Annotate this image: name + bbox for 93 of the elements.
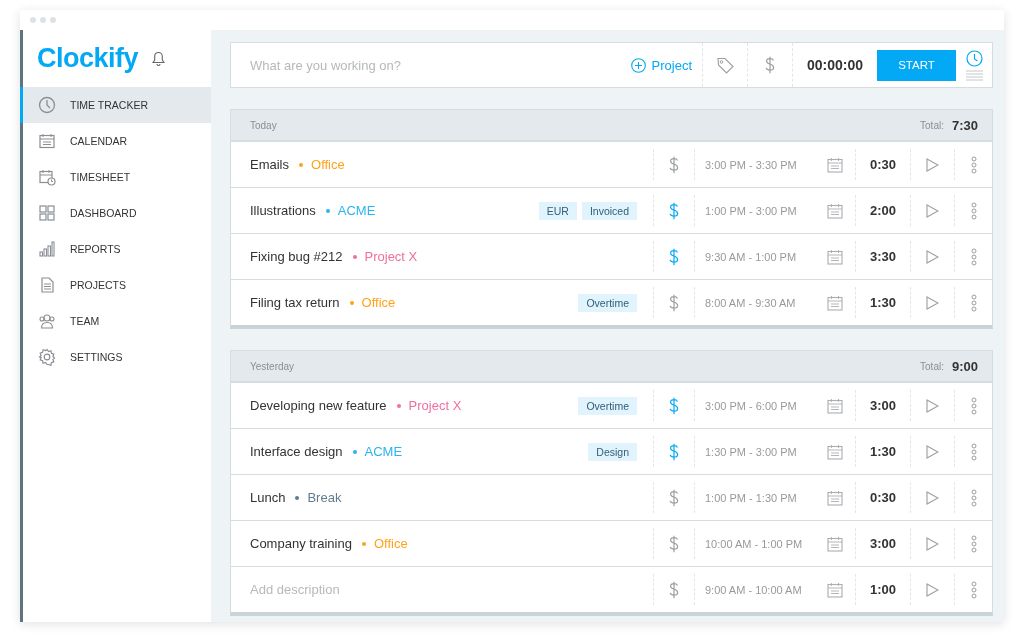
dollar-icon[interactable]: [669, 534, 679, 553]
more-icon[interactable]: [970, 488, 977, 507]
entry-duration: 1:30: [870, 444, 896, 459]
tag-label[interactable]: EUR: [538, 201, 577, 220]
settings-icon: [38, 348, 56, 366]
dollar-icon[interactable]: [669, 201, 679, 220]
sidebar-item[interactable]: CALENDAR: [20, 123, 211, 159]
entry-description[interactable]: Emails: [250, 157, 289, 172]
entry-description[interactable]: Illustrations: [250, 203, 316, 218]
entry-description[interactable]: Company training: [250, 536, 352, 551]
dollar-icon[interactable]: [669, 293, 679, 312]
projects-icon: [38, 276, 56, 294]
more-icon[interactable]: [970, 580, 977, 599]
sidebar-item[interactable]: SETTINGS: [20, 339, 211, 375]
dollar-icon[interactable]: [669, 396, 679, 415]
calendar-icon[interactable]: [827, 397, 843, 414]
calendar-icon[interactable]: [827, 489, 843, 506]
sidebar-item[interactable]: REPORTS: [20, 231, 211, 267]
sidebar-item[interactable]: TIME TRACKER: [20, 87, 211, 123]
clock-icon[interactable]: [965, 49, 983, 67]
more-icon[interactable]: [970, 534, 977, 553]
more-icon[interactable]: [970, 247, 977, 266]
more-icon[interactable]: [970, 293, 977, 312]
calendar-icon[interactable]: [827, 294, 843, 311]
sidebar-item[interactable]: TEAM: [20, 303, 211, 339]
dollar-icon[interactable]: [669, 488, 679, 507]
more-icon[interactable]: [970, 442, 977, 461]
dollar-icon[interactable]: [669, 155, 679, 174]
description-input[interactable]: What are you working on?: [231, 56, 621, 74]
clock-icon: [38, 96, 56, 114]
bell-icon[interactable]: [152, 51, 166, 66]
entry-duration: 1:00: [870, 582, 896, 597]
app-logo: Clockify: [37, 43, 139, 74]
play-icon[interactable]: [926, 444, 939, 459]
tag-label[interactable]: Design: [588, 442, 637, 461]
entry-duration: 0:30: [870, 157, 896, 172]
calendar-icon[interactable]: [827, 581, 843, 598]
calendar-icon: [38, 132, 56, 150]
total-label: Total:: [920, 360, 944, 372]
day-total: 9:00: [951, 358, 978, 374]
tag-label[interactable]: Overtime: [578, 293, 637, 312]
more-icon[interactable]: [970, 396, 977, 415]
play-icon[interactable]: [926, 157, 939, 172]
calendar-icon[interactable]: [827, 248, 843, 265]
day-label: Today: [250, 119, 278, 131]
sidebar-item[interactable]: PROJECTS: [20, 267, 211, 303]
play-icon[interactable]: [926, 490, 939, 505]
play-icon[interactable]: [926, 295, 939, 310]
dollar-icon[interactable]: [669, 580, 679, 599]
list-icon[interactable]: [965, 69, 983, 81]
play-icon[interactable]: [926, 398, 939, 413]
window-control-dot[interactable]: [40, 17, 46, 23]
day-label: Yesterday: [250, 360, 296, 372]
entry-duration: 1:30: [870, 295, 896, 310]
more-icon[interactable]: [970, 155, 977, 174]
window-control-dot[interactable]: [50, 17, 56, 23]
calendar-icon[interactable]: [827, 156, 843, 173]
plus-circle-icon: [630, 57, 646, 73]
calendar-icon[interactable]: [827, 443, 843, 460]
timesheet-icon: [38, 168, 56, 186]
timer-display: 00:00:00: [805, 57, 864, 73]
tag-label[interactable]: Overtime: [578, 396, 637, 415]
tag-icon[interactable]: [716, 56, 734, 74]
entry-duration: 0:30: [870, 490, 896, 505]
team-icon: [38, 312, 56, 330]
project-name[interactable]: Break: [307, 490, 342, 505]
play-icon[interactable]: [926, 203, 939, 218]
entry-duration: 3:00: [870, 398, 896, 413]
sidebar-item[interactable]: TIMESHEET: [20, 159, 211, 195]
entry-duration: 3:00: [870, 536, 896, 551]
play-icon[interactable]: [926, 536, 939, 551]
total-label: Total:: [920, 119, 944, 131]
dollar-icon[interactable]: [669, 442, 679, 461]
more-icon[interactable]: [970, 201, 977, 220]
entry-description[interactable]: Filing tax return: [250, 295, 340, 310]
calendar-icon[interactable]: [827, 535, 843, 552]
play-icon[interactable]: [926, 582, 939, 597]
entry-description[interactable]: Fixing bug #212: [250, 249, 343, 264]
entry-description[interactable]: Interface design: [250, 444, 343, 459]
dollar-icon[interactable]: [669, 247, 679, 266]
window-control-dot[interactable]: [30, 17, 36, 23]
entry-description[interactable]: Lunch: [250, 490, 286, 505]
entry-duration: 2:00: [870, 203, 896, 218]
sidebar-item[interactable]: DASHBOARD: [20, 195, 211, 231]
play-icon[interactable]: [926, 249, 939, 264]
tag-label[interactable]: Invoiced: [581, 201, 637, 220]
reports-icon: [38, 240, 56, 258]
calendar-icon[interactable]: [827, 202, 843, 219]
dollar-icon[interactable]: [765, 56, 775, 74]
entry-description[interactable]: Developing new feature: [250, 398, 387, 413]
entry-duration: 3:30: [870, 249, 896, 264]
dashboard-icon: [38, 204, 56, 222]
day-total: 7:30: [951, 117, 978, 133]
